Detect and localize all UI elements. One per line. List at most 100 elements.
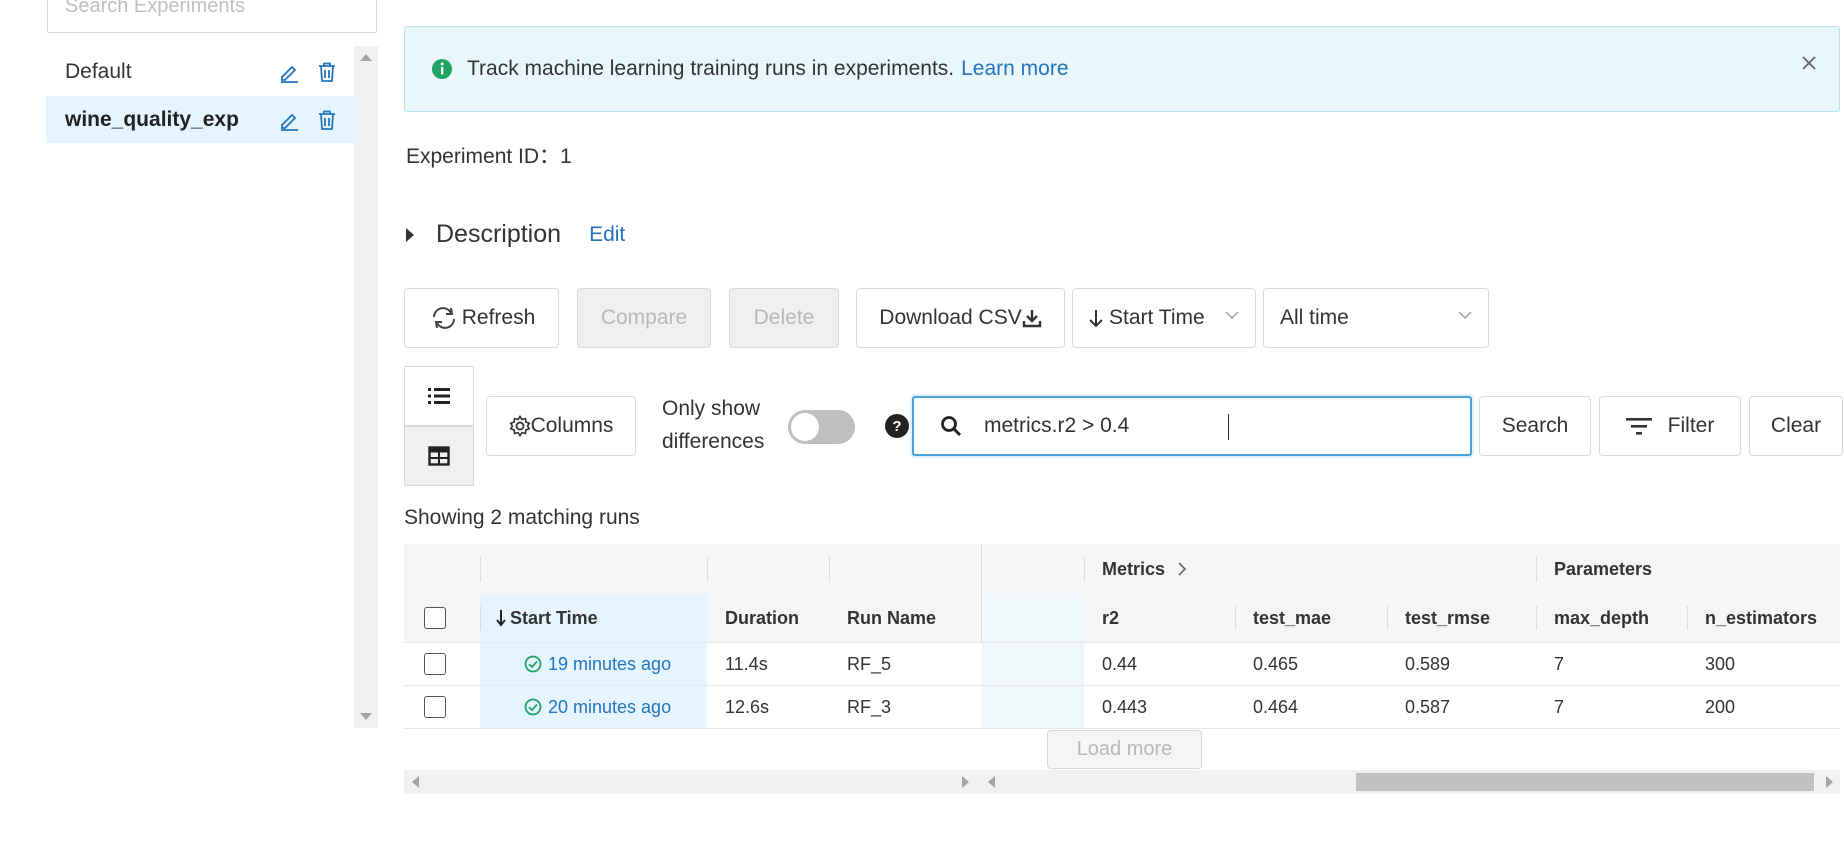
list-icon [427, 386, 451, 406]
arrow-down-icon [1089, 308, 1103, 328]
clear-button[interactable]: Clear [1749, 396, 1843, 456]
max-depth-cell: 7 [1554, 653, 1565, 674]
trash-icon[interactable] [312, 57, 342, 87]
sort-desc-icon [496, 609, 506, 627]
info-banner: Track machine learning training runs in … [404, 26, 1840, 112]
duration-header[interactable]: Duration [707, 594, 799, 642]
search-icon [940, 415, 962, 437]
table-row[interactable]: 20 minutes ago 12.6s RF_3 0.443 0.464 0.… [404, 686, 1840, 729]
column-separator [1687, 606, 1688, 630]
edit-icon[interactable] [274, 105, 304, 135]
experiment-name: wine_quality_exp [65, 107, 239, 131]
columns-button[interactable]: Columns [486, 396, 636, 456]
refresh-icon [428, 305, 460, 331]
search-query-input[interactable] [982, 413, 1446, 439]
spacer-cell [982, 686, 1084, 728]
edit-icon[interactable] [274, 57, 304, 87]
table-horizontal-scrollbar[interactable] [404, 770, 1840, 794]
download-icon [1022, 308, 1042, 328]
start-time-cell: 20 minutes ago [480, 686, 707, 728]
r2-cell: 0.44 [1102, 653, 1138, 674]
select-all-checkbox[interactable] [424, 607, 446, 629]
chevron-down-icon [1225, 310, 1239, 320]
column-separator [1536, 606, 1537, 630]
sort-select[interactable]: Start Time [1072, 288, 1256, 348]
experiment-id: Experiment ID：1 [406, 140, 572, 170]
column-separator [480, 606, 481, 630]
scroll-right-arrow-icon[interactable] [962, 776, 969, 788]
scroll-left-arrow-icon[interactable] [412, 776, 419, 788]
metrics-group-header[interactable]: Metrics [1084, 544, 1187, 594]
help-icon[interactable]: ? [885, 414, 909, 438]
refresh-button[interactable]: Refresh [404, 288, 559, 348]
load-more-button[interactable]: Load more [1047, 730, 1202, 769]
spacer-column-header [981, 594, 1084, 642]
learn-more-link[interactable]: Learn more [961, 57, 1068, 81]
duration-cell: 11.4s [725, 653, 768, 674]
search-button[interactable]: Search [1479, 396, 1591, 456]
scroll-down-arrow-icon[interactable] [360, 713, 372, 720]
sidebar-scrollbar[interactable] [354, 46, 378, 728]
search-experiments-input[interactable] [47, 0, 377, 33]
info-icon [431, 58, 453, 80]
filter-button[interactable]: Filter [1599, 396, 1741, 456]
scroll-right-arrow-icon[interactable] [1826, 776, 1833, 788]
text-cursor [1228, 414, 1229, 440]
delete-button[interactable]: Delete [729, 288, 839, 348]
max-depth-header[interactable]: max_depth [1536, 594, 1649, 642]
toggle-knob [791, 413, 819, 441]
scroll-left-arrow-icon[interactable] [988, 776, 995, 788]
test-mae-cell: 0.464 [1253, 696, 1299, 717]
spacer-cell [982, 643, 1084, 685]
close-icon[interactable] [1801, 55, 1817, 71]
run-start-time-link[interactable]: 20 minutes ago [548, 697, 671, 718]
only-show-differences-label: Only show differences [662, 397, 765, 453]
table-header-row: Start Time Duration Run Name r2 test_mae… [404, 594, 1840, 643]
column-separator [480, 556, 481, 582]
description-edit-link[interactable]: Edit [589, 223, 625, 247]
row-checkbox[interactable] [424, 696, 446, 718]
check-circle-icon [524, 655, 542, 673]
compare-button[interactable]: Compare [577, 288, 711, 348]
table-view-button[interactable] [404, 426, 474, 486]
description-section: Description Edit [406, 220, 625, 249]
row-checkbox[interactable] [424, 653, 446, 675]
gear-icon [509, 415, 531, 437]
experiment-name: Default [65, 59, 132, 83]
parameters-group-header: Parameters [1554, 558, 1653, 579]
r2-header[interactable]: r2 [1084, 594, 1119, 642]
max-depth-cell: 7 [1554, 696, 1565, 717]
table-row[interactable]: 19 minutes ago 11.4s RF_5 0.44 0.465 0.5… [404, 643, 1840, 686]
download-csv-label: Download CSV [879, 306, 1022, 329]
check-circle-icon [524, 698, 542, 716]
refresh-label: Refresh [461, 306, 536, 329]
n-estimators-header[interactable]: n_estimators [1687, 594, 1817, 642]
list-view-button[interactable] [404, 366, 474, 426]
filter-label: Filter [1667, 414, 1715, 437]
download-csv-button[interactable]: Download CSV [856, 288, 1065, 348]
test-rmse-header[interactable]: test_rmse [1387, 594, 1490, 642]
experiment-item-wine-quality[interactable]: wine_quality_exp [46, 96, 354, 143]
r2-cell: 0.443 [1102, 696, 1148, 717]
run-name-header[interactable]: Run Name [829, 594, 936, 642]
test-mae-header[interactable]: test_mae [1235, 594, 1331, 642]
column-separator [829, 556, 830, 582]
search-query-box[interactable] [912, 396, 1472, 456]
only-show-differences-toggle[interactable] [788, 410, 855, 444]
time-range-select[interactable]: All time [1263, 288, 1489, 348]
start-time-header-label: Start Time [510, 607, 598, 628]
test-rmse-cell: 0.587 [1405, 696, 1451, 717]
scroll-up-arrow-icon[interactable] [360, 54, 372, 61]
description-title[interactable]: Description [436, 220, 561, 249]
chevron-right-icon [1177, 562, 1187, 576]
scrollbar-thumb[interactable] [1356, 773, 1814, 791]
experiment-item-default[interactable]: Default [46, 48, 354, 95]
column-separator [1387, 606, 1388, 630]
n-estimators-cell: 200 [1705, 696, 1736, 717]
run-start-time-link[interactable]: 19 minutes ago [548, 654, 671, 675]
trash-icon[interactable] [312, 105, 342, 135]
start-time-header[interactable]: Start Time [480, 594, 707, 642]
caret-right-icon[interactable] [406, 227, 414, 242]
sort-select-value: Start Time [1109, 306, 1205, 329]
banner-text: Track machine learning training runs in … [467, 57, 955, 80]
